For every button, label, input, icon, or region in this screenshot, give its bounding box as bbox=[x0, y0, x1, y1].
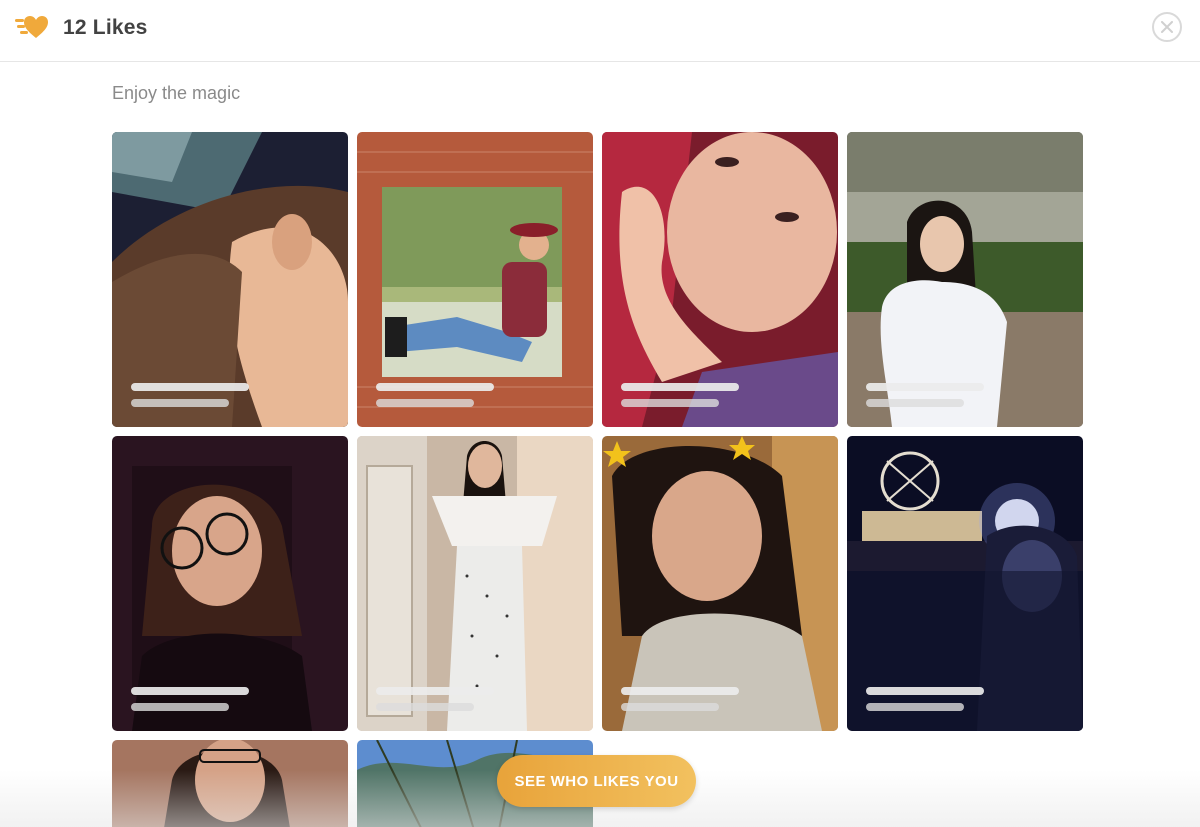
like-card[interactable] bbox=[112, 436, 348, 731]
close-button[interactable] bbox=[1152, 12, 1182, 42]
like-card[interactable] bbox=[602, 436, 838, 731]
see-who-likes-you-button[interactable]: SEE WHO LIKES YOU bbox=[497, 755, 696, 807]
heart-wings-icon bbox=[15, 16, 48, 38]
page-title: 12 Likes bbox=[63, 16, 148, 39]
header: 12 Likes bbox=[0, 0, 1200, 62]
like-card[interactable] bbox=[357, 132, 593, 427]
like-card[interactable] bbox=[112, 740, 348, 827]
like-card[interactable] bbox=[112, 132, 348, 427]
close-icon bbox=[1161, 21, 1173, 33]
subtitle: Enjoy the magic bbox=[112, 83, 241, 103]
profile-photo bbox=[112, 740, 348, 827]
like-card[interactable] bbox=[847, 436, 1083, 731]
like-card[interactable] bbox=[357, 436, 593, 731]
like-card[interactable] bbox=[847, 132, 1083, 427]
like-card[interactable] bbox=[602, 132, 838, 427]
